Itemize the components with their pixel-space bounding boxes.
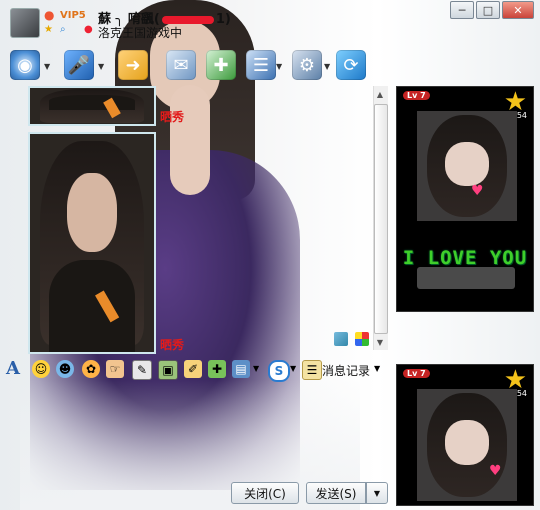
qq-penguin-icon: ● — [44, 8, 55, 22]
love-text: I LOVE YOU — [402, 247, 528, 269]
show-photo — [417, 111, 517, 221]
screen-capture-icon[interactable]: ✎ — [132, 360, 152, 380]
hand-icon[interactable]: ☞ — [106, 360, 124, 378]
status-text: 洛克王国游戏中 — [98, 26, 183, 40]
show-name-bar — [417, 267, 515, 289]
star-count: 54 — [516, 389, 527, 398]
gift-icon[interactable]: ✚ — [208, 360, 226, 378]
chat-image[interactable] — [28, 86, 156, 126]
emoji-icon[interactable]: ☺ — [32, 360, 50, 378]
send-options-button[interactable]: ▼ — [366, 482, 388, 504]
folder-transfer-icon[interactable]: ➜ — [118, 50, 148, 80]
chat-image[interactable] — [28, 132, 156, 354]
maximize-button[interactable]: □ — [476, 1, 500, 19]
star-count: 54 — [516, 111, 527, 120]
level-badge: Lv 7 — [403, 369, 430, 378]
mail-icon[interactable]: ✉ — [166, 50, 196, 80]
money-icon[interactable]: S — [268, 360, 290, 382]
image-caption: 晒秀 — [160, 338, 185, 352]
font-icon[interactable]: A — [6, 358, 20, 379]
smile-icon[interactable]: ✿ — [82, 360, 100, 378]
settings-icon[interactable]: ⚙ — [292, 50, 322, 80]
scroll-up-icon[interactable]: ▲ — [374, 87, 386, 101]
history-icon[interactable]: ☰ — [302, 360, 322, 380]
close-button[interactable]: 关闭(C) — [231, 482, 299, 504]
star-icon: ★ — [44, 24, 53, 35]
scroll-down-icon[interactable]: ▼ — [374, 335, 386, 349]
screenshot-dropdown[interactable]: ▼ — [253, 364, 259, 373]
share-icon[interactable]: ⟳ — [336, 50, 366, 80]
user-card-icon[interactable]: ☰ — [246, 50, 276, 80]
magic-face-icon[interactable]: ☻ — [56, 360, 74, 378]
scroll-thumb[interactable] — [374, 104, 388, 334]
minimize-button[interactable]: ─ — [450, 1, 474, 19]
image-caption: 晒秀 — [160, 110, 185, 124]
location-icon: ● — [84, 24, 93, 35]
my-show-panel[interactable]: Lv 7 ★ 54 ♥ — [396, 364, 534, 506]
show-photo — [417, 389, 517, 501]
heart-icon: ♥ — [471, 183, 484, 199]
expand-icon[interactable] — [334, 332, 348, 346]
redaction-mark — [161, 15, 214, 24]
send-button[interactable]: 发送(S) — [306, 482, 366, 504]
vip-badge: VIP5 — [60, 10, 86, 21]
user-card-dropdown[interactable]: ▼ — [276, 62, 282, 71]
level-badge: Lv 7 — [403, 91, 430, 100]
heart-icon: ♥ — [489, 463, 502, 479]
webcam-dropdown[interactable]: ▼ — [44, 62, 50, 71]
microphone-dropdown[interactable]: ▼ — [98, 62, 104, 71]
microphone-icon[interactable]: 🎤 — [64, 50, 94, 80]
search-icon: ⌕ — [60, 24, 66, 35]
close-window-button[interactable]: ✕ — [502, 1, 534, 19]
image-icon[interactable]: ▣ — [158, 360, 178, 380]
add-app-icon[interactable]: ✚ — [206, 50, 236, 80]
color-palette-icon[interactable] — [355, 332, 369, 346]
webcam-icon[interactable]: ◉ — [10, 50, 40, 80]
history-dropdown[interactable]: ▼ — [374, 364, 380, 373]
message-history-button[interactable]: 消息记录 — [322, 362, 370, 379]
doodle-icon[interactable]: ✐ — [184, 360, 202, 378]
screenshot-icon[interactable]: ▤ — [232, 360, 250, 378]
contact-show-panel[interactable]: Lv 7 ★ 54 ♥ I LOVE YOU — [396, 86, 534, 312]
money-dropdown[interactable]: ▼ — [290, 364, 296, 373]
settings-dropdown[interactable]: ▼ — [324, 62, 330, 71]
contact-avatar[interactable] — [10, 8, 40, 38]
